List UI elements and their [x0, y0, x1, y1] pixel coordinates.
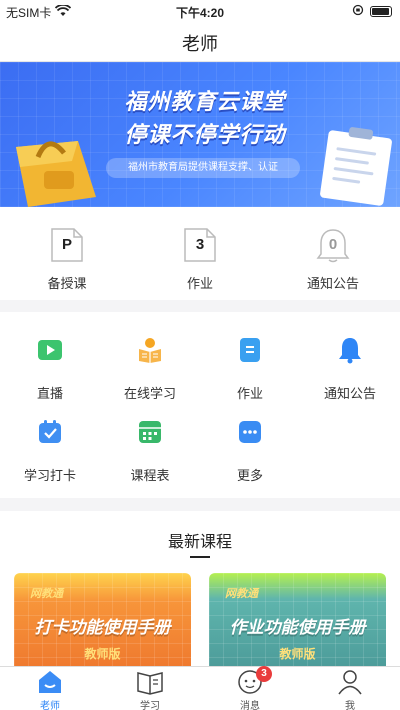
school-bag-illustration — [16, 141, 96, 207]
summary-label: 通知公告 — [306, 276, 359, 291]
tab-label: 我 — [345, 701, 355, 710]
feature-study-checkin[interactable]: 学习打卡 — [0, 418, 100, 484]
feature-timetable[interactable]: 课程表 — [100, 418, 200, 484]
course-title: 打卡功能使用手册 — [34, 618, 171, 637]
tab-teacher[interactable]: 老师 — [0, 669, 100, 710]
tab-label: 消息 — [240, 701, 260, 710]
home-icon — [36, 669, 64, 695]
latest-courses: 最新课程 网教通 打卡功能使用手册 教师版 网教通 作业功能使用手册 教师版 — [0, 511, 400, 666]
bell-outline-icon: 0 — [316, 227, 350, 263]
chat-bubble-icon: 3 — [236, 666, 272, 695]
feature-label: 通知公告 — [323, 386, 376, 401]
feature-online-study[interactable]: 在线学习 — [100, 336, 200, 402]
more-icon — [239, 421, 261, 443]
feature-label: 在线学习 — [123, 386, 176, 401]
feature-notices[interactable]: 通知公告 — [300, 336, 400, 402]
online-study-icon — [139, 338, 161, 363]
tab-label: 老师 — [40, 701, 60, 710]
feature-homework[interactable]: 作业 — [200, 336, 300, 402]
course-card[interactable]: 网教通 作业功能使用手册 教师版 — [209, 573, 386, 666]
book-icon — [136, 669, 164, 695]
user-icon — [336, 669, 364, 695]
live-tv-icon — [38, 340, 62, 360]
feature-label: 直播 — [36, 386, 63, 401]
heading-underline — [190, 556, 210, 558]
course-brand: 网教通 — [30, 588, 63, 600]
summary-notices[interactable]: 0 通知公告 — [283, 227, 383, 292]
summary-lesson-prep[interactable]: P 备授课 — [17, 227, 117, 292]
course-card[interactable]: 网教通 打卡功能使用手册 教师版 — [14, 573, 191, 666]
clock: 下午4:20 — [175, 6, 225, 20]
banner-title-line1: 福州教育云课堂 — [124, 89, 286, 114]
summary-label: 作业 — [186, 276, 213, 291]
document-icon: 3 — [183, 227, 217, 263]
tab-label: 学习 — [140, 701, 160, 710]
banner-title-line2: 停课不停学行动 — [124, 122, 286, 147]
course-edition: 教师版 — [84, 647, 121, 661]
status-bar: 无SIM卡 下午4:20 — [0, 0, 400, 22]
promo-banner[interactable]: 福州教育云课堂 停课不停学行动 福州市教育局提供课程支撑、认证 — [0, 62, 400, 207]
feature-live[interactable]: 直播 — [0, 336, 100, 402]
clipboard-illustration — [319, 126, 393, 207]
document-icon: P — [50, 227, 84, 263]
summary-label: 备授课 — [47, 276, 87, 291]
summary-row: P 备授课 3 作业 0 通知公告 — [0, 207, 400, 300]
tab-study[interactable]: 学习 — [100, 669, 200, 710]
summary-value: 3 — [195, 236, 205, 253]
feature-label: 更多 — [236, 468, 263, 483]
feature-label: 课程表 — [130, 468, 170, 483]
feature-more[interactable]: 更多 — [200, 418, 300, 484]
course-brand: 网教通 — [225, 588, 258, 600]
feature-label: 作业 — [236, 386, 263, 401]
summary-value: 0 — [328, 236, 338, 253]
course-title: 作业功能使用手册 — [229, 618, 366, 637]
course-edition: 教师版 — [279, 647, 316, 661]
unread-badge: 3 — [256, 666, 272, 682]
section-heading: 最新课程 — [167, 534, 232, 551]
homework-icon — [240, 338, 260, 362]
tab-messages[interactable]: 3 消息 — [200, 666, 300, 710]
feature-grid: 直播 在线学习 作业 通知公告 学习打卡 课程表 更多 — [0, 312, 400, 498]
orientation-lock-icon — [352, 4, 364, 19]
nav-bar: 老师 — [0, 22, 400, 62]
summary-value: P — [61, 236, 72, 253]
tab-bar: 老师 学习 3 消息 我 — [0, 666, 400, 710]
page-title: 老师 — [182, 34, 218, 54]
timetable-icon — [139, 421, 161, 443]
summary-homework[interactable]: 3 作业 — [150, 227, 250, 292]
tab-me[interactable]: 我 — [300, 669, 400, 710]
bell-icon — [339, 338, 361, 364]
feature-label: 学习打卡 — [23, 468, 76, 483]
battery-icon — [370, 6, 392, 17]
banner-subtitle: 福州市教育局提供课程支撑、认证 — [106, 158, 300, 178]
calendar-check-icon — [39, 420, 61, 443]
